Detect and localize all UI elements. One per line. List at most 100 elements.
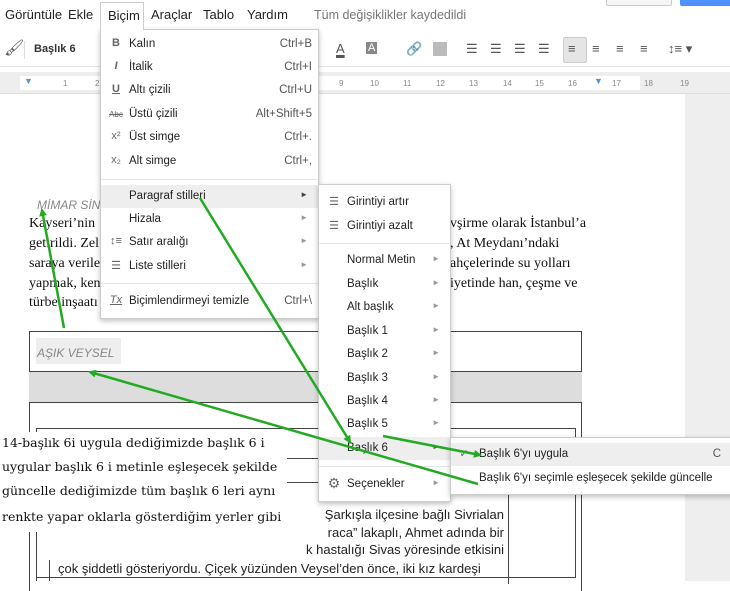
label: Başlık 4 (347, 395, 388, 407)
menu-item-decrease-indent[interactable]: ☰ Girintiyi azalt (319, 215, 450, 238)
menu-format[interactable]: Biçim (100, 2, 144, 30)
submenu-arrow-icon: ► (300, 236, 308, 245)
line-spacing-icon[interactable]: ↕≡ ▾ (668, 41, 692, 57)
menu-item-heading-1[interactable]: Başlık 1 ► (319, 320, 450, 343)
submenu-arrow-icon: ► (300, 213, 308, 222)
menu-item-bold[interactable]: B Kalın Ctrl+B (101, 33, 318, 56)
paragraph-line: türbe inşaatı (29, 295, 98, 310)
label: Seçenekler (347, 478, 405, 490)
menu-item-heading-6[interactable]: Başlık 6 ► (319, 437, 450, 460)
menu-help[interactable]: Yardım (247, 7, 288, 22)
menu-item-apply-heading6[interactable]: ✓ Başlık 6'yı uygula C (451, 443, 730, 466)
menu-item-heading-5[interactable]: Başlık 5 ► (319, 413, 450, 436)
menu-item-strikethrough[interactable]: Abc Üstü çizili Alt+Shift+5 (101, 103, 318, 126)
menu-item-subtitle[interactable]: Alt başlık ► (319, 296, 450, 319)
submenu-arrow-icon: ► (432, 418, 440, 427)
label: Liste stilleri (129, 260, 186, 272)
ruler-number: 1 (63, 79, 68, 88)
label: Başlık 2 (347, 348, 388, 360)
paragraph-line: vşirme olarak İstanbul’a (450, 216, 587, 231)
label: Paragraf stilleri (129, 190, 206, 202)
menu-view[interactable]: Görüntüle (5, 7, 62, 22)
menu-item-paragraph-styles[interactable]: Paragraf stilleri ► (101, 185, 318, 208)
share-button[interactable] (680, 0, 730, 6)
label: Satır aralığı (129, 236, 189, 248)
ruler-number: 13 (469, 79, 478, 88)
menu-item-title[interactable]: Başlık ► (319, 273, 450, 296)
line-spacing-icon: ↕≡ (110, 235, 122, 247)
ruler-number: 16 (568, 79, 577, 88)
body-line: çok şiddetli gösteriyordu. Çiçek yüzünde… (58, 561, 481, 576)
cell-border (36, 560, 50, 581)
annotation-line: güncelle dediğimizde tüm başlık 6 leri a… (2, 483, 276, 498)
menu-table[interactable]: Tablo (203, 7, 234, 22)
label: Başlık 5 (347, 418, 388, 430)
highlight-color-icon[interactable]: A (366, 42, 378, 54)
paragraph-line: ahçelerinde su yolları (450, 256, 571, 271)
body-line: k hastalığı Sivas yöresinde etkisini (306, 542, 504, 557)
style-select[interactable]: Başlık 6 (34, 43, 76, 55)
menu-item-increase-indent[interactable]: ☰ Girintiyi artır (319, 191, 450, 214)
submenu-arrow-icon: ► (432, 395, 440, 404)
shortcut: Ctrl+U (279, 84, 312, 96)
menu-item-list-styles[interactable]: ☰ Liste stilleri ► (101, 255, 318, 278)
submenu-arrow-icon: ► (432, 254, 440, 263)
link-icon[interactable]: 🔗 (406, 41, 422, 57)
shortcut: Ctrl+B (279, 38, 312, 50)
menu-item-subscript[interactable]: x₂ Alt simge Ctrl+, (101, 150, 318, 173)
paragraph-line: getirildi. Zel (29, 236, 99, 251)
increase-indent-icon[interactable]: ☰ (538, 41, 550, 57)
decrease-indent-icon[interactable]: ☰ (514, 41, 526, 57)
bullet-list-icon[interactable]: ☰ (490, 41, 502, 57)
menu-item-heading-4[interactable]: Başlık 4 ► (319, 390, 450, 413)
shortcut: Alt+Shift+5 (255, 108, 312, 120)
list-icon: ☰ (111, 260, 121, 272)
justify-icon[interactable]: ≡ (640, 41, 648, 56)
label: Başlık 6'yı uygula (479, 448, 569, 460)
menu-item-heading-3[interactable]: Başlık 3 ► (319, 367, 450, 390)
superscript-icon: x² (111, 130, 121, 142)
align-center-icon[interactable]: ≡ (592, 41, 600, 56)
divider (24, 41, 25, 59)
paint-format-icon[interactable]: 🖌 (4, 38, 24, 58)
text-color-icon[interactable]: A (336, 41, 345, 56)
submenu-arrow-icon: ► (432, 301, 440, 310)
menu-item-normal-text[interactable]: Normal Metin ► (319, 249, 450, 272)
strikethrough-icon: Abc (109, 110, 123, 119)
align-left-icon[interactable]: ≡ (568, 41, 576, 56)
ruler-number: 14 (503, 79, 512, 88)
right-indent-marker-icon[interactable]: ▼ (594, 76, 603, 86)
menu-tools[interactable]: Araçlar (151, 7, 192, 22)
menu-item-italic[interactable]: I İtalik Ctrl+I (101, 56, 318, 79)
underline-icon: U (112, 83, 120, 95)
image-icon[interactable] (433, 42, 447, 56)
label: Biçimlendirmeyi temizle (129, 295, 250, 307)
label: Girintiyi azalt (347, 220, 413, 232)
menu-item-options[interactable]: ⚙ Seçenekler ► (319, 473, 450, 496)
submenu-arrow-icon: ► (432, 278, 440, 287)
submenu-arrow-icon: ► (432, 478, 440, 487)
shortcut: C (712, 448, 721, 460)
menu-item-clear-formatting[interactable]: Tx Biçimlendirmeyi temizle Ctrl+\ (101, 290, 318, 313)
align-right-icon[interactable]: ≡ (616, 41, 624, 56)
menu-item-line-spacing[interactable]: ↕≡ Satır aralığı ► (101, 231, 318, 254)
label: Alt başlık (347, 301, 394, 313)
paragraph-styles-submenu: ☰ Girintiyi artır ☰ Girintiyi azalt Normal… (318, 184, 451, 502)
paragraph-line: saraya verile (29, 256, 101, 271)
menu-item-update-heading6[interactable]: Başlık 6'yı seçimle eşleşecek şekilde gü… (451, 467, 730, 490)
menu-bar: Görüntüle Ekle Biçim Araçlar Tablo Yardı… (0, 0, 730, 30)
menu-item-underline[interactable]: U Altı çizili Ctrl+U (101, 79, 318, 102)
comments-button[interactable] (606, 0, 672, 6)
menu-item-superscript[interactable]: x² Üst simge Ctrl+. (101, 126, 318, 149)
save-status: Tüm değişiklikler kaydedildi (314, 8, 467, 22)
label: Başlık 3 (347, 372, 388, 384)
indent-marker-icon[interactable]: ▼ (24, 76, 33, 86)
menu-insert[interactable]: Ekle (68, 7, 93, 22)
label: Girintiyi artır (347, 196, 409, 208)
numbered-list-icon[interactable]: ☰ (466, 41, 478, 57)
submenu-arrow-icon: ► (432, 325, 440, 334)
page-background (685, 94, 730, 581)
label: Başlık (347, 278, 379, 290)
menu-item-heading-2[interactable]: Başlık 2 ► (319, 343, 450, 366)
menu-item-align[interactable]: Hizala ► (101, 208, 318, 231)
